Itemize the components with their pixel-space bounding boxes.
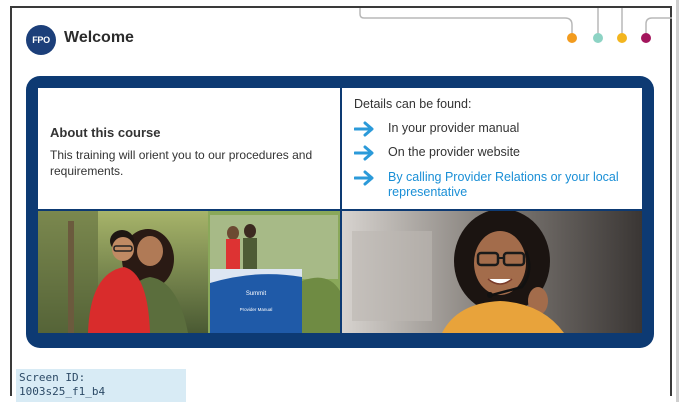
family-illustration: Summit Provider Manual bbox=[38, 211, 340, 333]
details-item-label: In your provider manual bbox=[388, 121, 520, 135]
photo-family-with-manual: Summit Provider Manual bbox=[38, 211, 340, 333]
arrow-right-icon bbox=[354, 121, 374, 137]
details-item: On the provider website bbox=[354, 145, 628, 161]
page-title: Welcome bbox=[64, 29, 134, 46]
provider-manual-cover: Summit Provider Manual bbox=[210, 269, 302, 333]
progress-dot-2[interactable] bbox=[593, 33, 603, 43]
about-heading: About this course bbox=[50, 125, 161, 140]
progress-dot-1[interactable] bbox=[567, 33, 577, 43]
photo-call-center-representative bbox=[342, 211, 642, 333]
arrow-right-icon bbox=[354, 145, 374, 161]
about-card: About this course This training will ori… bbox=[38, 88, 340, 209]
provider-relations-link[interactable]: By calling Provider Relations or your lo… bbox=[388, 170, 628, 200]
progress-dot-4[interactable] bbox=[641, 33, 651, 43]
screen-id-box: Screen ID: 1003s25_f1_b4 bbox=[16, 369, 186, 402]
manual-title: Provider Manual bbox=[240, 307, 273, 312]
details-heading: Details can be found: bbox=[354, 97, 472, 111]
screen-id-label: Screen ID: bbox=[19, 371, 86, 384]
about-text: This training will orient you to our pro… bbox=[50, 148, 313, 178]
fpo-logo: FPO bbox=[26, 25, 56, 55]
details-item-label: On the provider website bbox=[388, 145, 521, 159]
details-item-link[interactable]: By calling Provider Relations or your lo… bbox=[354, 170, 628, 200]
arrow-right-icon bbox=[354, 170, 374, 186]
progress-dot-3[interactable] bbox=[617, 33, 627, 43]
details-item: In your provider manual bbox=[354, 121, 628, 137]
scrollbar-edge bbox=[676, 0, 679, 402]
details-card: Details can be found: In your provider m… bbox=[342, 88, 642, 209]
representative-illustration bbox=[342, 211, 642, 333]
screen-id-value: 1003s25_f1_b4 bbox=[19, 385, 106, 398]
manual-brand: Summit bbox=[246, 291, 267, 297]
